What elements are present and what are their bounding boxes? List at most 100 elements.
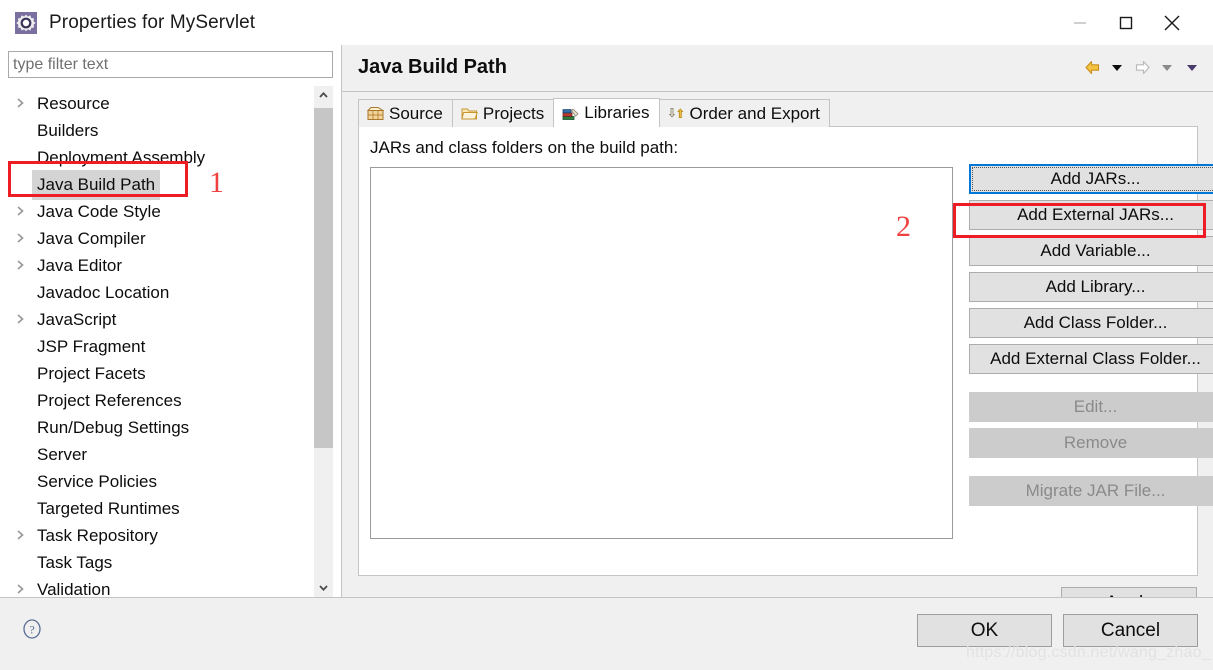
sidebar-item-validation[interactable]: Validation <box>0 575 306 597</box>
package-icon <box>367 105 384 122</box>
menu-dropdown-icon[interactable] <box>1181 56 1203 78</box>
sidebar-item-label: Task Tags <box>37 553 113 572</box>
sidebar-item-builders[interactable]: Builders <box>0 116 306 143</box>
sidebar-item-task-repository[interactable]: Task Repository <box>0 521 306 548</box>
watermark-text: https://blog.csdn.net/wang_zhao_ <box>966 644 1211 661</box>
books-icon <box>562 105 579 122</box>
title-bar: Properties for MyServlet <box>0 0 1213 45</box>
minimize-button[interactable] <box>1057 0 1103 45</box>
button-add-external-jars[interactable]: Add External JARs... <box>969 200 1213 230</box>
sidebar-item-deployment-assembly[interactable]: Deployment Assembly <box>0 143 306 170</box>
jar-list-label: JARs and class folders on the build path… <box>370 138 679 157</box>
chevron-right-icon[interactable] <box>16 251 28 278</box>
build-path-tabs: Source Projects Libraries Order and Export <box>358 98 830 127</box>
annotation-number-2: 2 <box>896 210 911 243</box>
window-controls <box>1057 0 1213 45</box>
sidebar-item-label: Targeted Runtimes <box>37 499 180 518</box>
tab-label: Order and Export <box>689 103 820 123</box>
button-add-variable[interactable]: Add Variable... <box>969 236 1213 266</box>
sidebar-item-label: Java Code Style <box>37 202 161 221</box>
tab-order-and-export[interactable]: Order and Export <box>658 99 830 127</box>
chevron-right-icon[interactable] <box>16 521 28 548</box>
back-arrow-icon[interactable] <box>1081 56 1103 78</box>
sidebar-item-targeted-runtimes[interactable]: Targeted Runtimes <box>0 494 306 521</box>
properties-gear-icon <box>14 11 38 35</box>
sidebar-item-label: Task Repository <box>37 526 158 545</box>
window-title: Properties for MyServlet <box>49 11 256 33</box>
tab-label: Projects <box>482 103 545 123</box>
sidebar-item-task-tags[interactable]: Task Tags <box>0 548 306 575</box>
navigation-icons <box>1081 56 1203 78</box>
jar-list[interactable] <box>370 167 953 539</box>
button-edit: Edit... <box>969 392 1213 422</box>
sidebar-item-java-compiler[interactable]: Java Compiler <box>0 224 306 251</box>
sidebar-item-javascript[interactable]: JavaScript <box>0 305 306 332</box>
page-title: Java Build Path <box>358 56 507 78</box>
sidebar-item-label: Server <box>37 445 88 464</box>
chevron-right-icon[interactable] <box>16 89 28 116</box>
sidebar-item-resource[interactable]: Resource <box>0 89 306 116</box>
order-arrows-icon <box>668 105 685 122</box>
tab-libraries[interactable]: Libraries <box>553 98 660 127</box>
tab-label: Source <box>389 103 443 123</box>
button-add-library[interactable]: Add Library... <box>969 272 1213 302</box>
forward-arrow-icon[interactable] <box>1131 56 1153 78</box>
sidebar-item-label: Java Compiler <box>37 229 146 248</box>
sidebar-item-label: Javadoc Location <box>37 283 170 302</box>
sidebar-item-jsp-fragment[interactable]: JSP Fragment <box>0 332 306 359</box>
sidebar-item-server[interactable]: Server <box>0 440 306 467</box>
sidebar-item-label: JSP Fragment <box>37 337 146 356</box>
libraries-tab-panel: JARs and class folders on the build path… <box>358 126 1213 576</box>
chevron-down-icon[interactable] <box>314 578 333 597</box>
sidebar-item-run-debug-settings[interactable]: Run/Debug Settings <box>0 413 306 440</box>
sidebar-item-label: Builders <box>37 121 99 140</box>
sidebar-item-project-references[interactable]: Project References <box>0 386 306 413</box>
button-remove: Remove <box>969 428 1213 458</box>
settings-tree[interactable]: Resource Builders Deployment Assembly Java … <box>0 86 341 597</box>
forward-dropdown-icon[interactable] <box>1156 56 1178 78</box>
chevron-right-icon[interactable] <box>16 224 28 251</box>
sidebar-item-label: Project References <box>37 391 182 410</box>
tab-projects[interactable]: Projects <box>451 99 555 127</box>
settings-sidebar: Resource Builders Deployment Assembly Java … <box>0 45 341 597</box>
cancel-button[interactable]: Cancel <box>1063 614 1198 647</box>
sidebar-item-java-build-path[interactable]: Java Build Path <box>0 170 306 200</box>
ok-button[interactable]: OK <box>917 614 1052 647</box>
maximize-button[interactable] <box>1103 0 1149 45</box>
close-button[interactable] <box>1149 0 1195 45</box>
sidebar-item-label: Run/Debug Settings <box>37 418 190 437</box>
settings-tree-list: Resource Builders Deployment Assembly Java … <box>0 86 306 597</box>
scrollbar-thumb[interactable] <box>314 108 333 448</box>
tab-label: Libraries <box>584 103 650 122</box>
svg-text:?: ? <box>29 623 34 637</box>
button-label: Add JARs... <box>972 167 1213 191</box>
filter-input[interactable] <box>8 51 333 78</box>
chevron-right-icon[interactable] <box>16 575 28 597</box>
chevron-up-icon[interactable] <box>314 86 333 105</box>
content-pane: Java Build Path Source Projects Librarie… <box>342 45 1213 620</box>
button-add-class-folder[interactable]: Add Class Folder... <box>969 308 1213 338</box>
back-dropdown-icon[interactable] <box>1106 56 1128 78</box>
tab-source[interactable]: Source <box>358 99 453 127</box>
sidebar-scrollbar[interactable] <box>314 86 333 597</box>
library-buttons: Add JARs... Add External JARs... Add Varia… <box>969 164 1213 512</box>
sidebar-item-label: Service Policies <box>37 472 157 491</box>
chevron-right-icon[interactable] <box>16 305 28 332</box>
sidebar-item-label: Deployment Assembly <box>37 148 206 167</box>
sidebar-item-label: Resource <box>37 94 110 113</box>
chevron-right-icon[interactable] <box>16 197 28 224</box>
sidebar-item-label: Validation <box>37 580 111 597</box>
sidebar-item-label: JavaScript <box>37 310 117 329</box>
sidebar-item-label: Java Build Path <box>32 170 161 200</box>
content-header: Java Build Path <box>342 45 1213 92</box>
folder-icon <box>461 105 478 122</box>
button-add-external-class-folder[interactable]: Add External Class Folder... <box>969 344 1213 374</box>
sidebar-item-javadoc-location[interactable]: Javadoc Location <box>0 278 306 305</box>
button-add-jars[interactable]: Add JARs... <box>969 164 1213 194</box>
sidebar-item-project-facets[interactable]: Project Facets <box>0 359 306 386</box>
sidebar-item-java-code-style[interactable]: Java Code Style <box>0 197 306 224</box>
button-migrate-jar-file: Migrate JAR File... <box>969 476 1213 506</box>
help-question-icon[interactable]: ? <box>20 617 44 641</box>
sidebar-item-java-editor[interactable]: Java Editor <box>0 251 306 278</box>
sidebar-item-service-policies[interactable]: Service Policies <box>0 467 306 494</box>
